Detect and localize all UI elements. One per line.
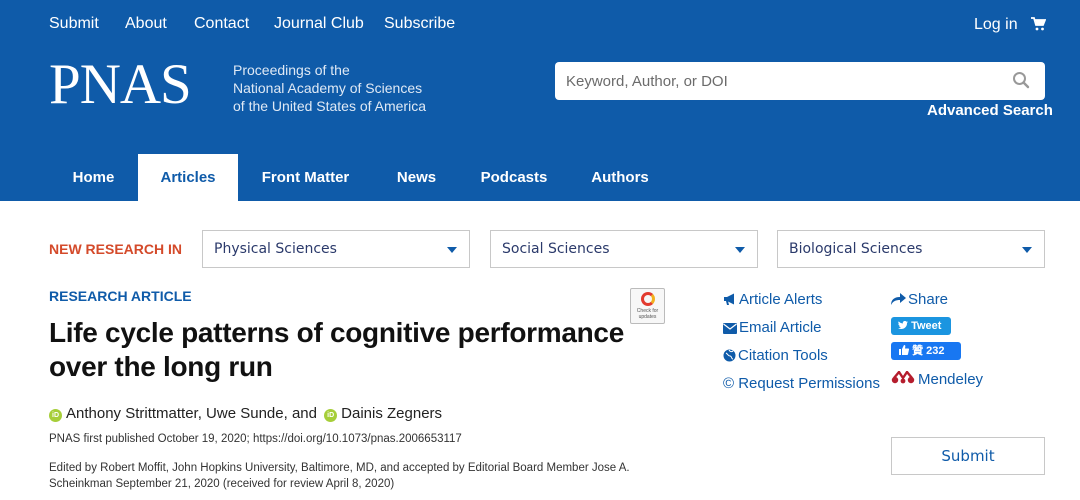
top-nav-journal-club[interactable]: Journal Club	[274, 15, 364, 33]
article-type: RESEARCH ARTICLE	[49, 288, 192, 304]
share-link[interactable]: Share	[891, 291, 948, 308]
tab-home[interactable]: Home	[49, 154, 138, 201]
bullhorn-icon	[724, 293, 734, 305]
tool-label: © Request Permissions	[723, 375, 880, 392]
share-label: Share	[908, 291, 949, 308]
tab-articles[interactable]: Articles	[138, 154, 238, 201]
tab-front-matter[interactable]: Front Matter	[238, 154, 373, 201]
tool-label: Citation Tools	[738, 347, 828, 364]
tagline-line: Proceedings of the	[233, 62, 350, 78]
physical-sciences-dropdown[interactable]: Physical Sciences	[202, 230, 470, 268]
caret-down-icon	[735, 247, 745, 253]
search-input[interactable]	[555, 62, 1005, 100]
article-title: Life cycle patterns of cognitive perform…	[49, 317, 624, 382]
article-alerts-link[interactable]: Article Alerts	[723, 291, 822, 308]
tab-authors[interactable]: Authors	[568, 154, 672, 201]
search-box	[555, 62, 1045, 100]
top-nav-subscribe[interactable]: Subscribe	[384, 15, 455, 33]
search-icon[interactable]	[1012, 71, 1030, 94]
caret-down-icon	[447, 247, 457, 253]
email-article-link[interactable]: Email Article	[723, 319, 822, 336]
pnas-logo[interactable]: PNAS	[49, 56, 192, 113]
tab-news[interactable]: News	[373, 154, 460, 201]
advanced-search-link[interactable]: Advanced Search	[927, 102, 1053, 119]
tweet-label: Tweet	[911, 320, 942, 332]
author-list: iD Anthony Strittmatter, Uwe Sunde, and i…	[49, 405, 442, 422]
doi-link[interactable]: https://doi.org/10.1073/pnas.2006653117	[253, 433, 462, 445]
biological-sciences-dropdown[interactable]: Biological Sciences	[777, 230, 1045, 268]
tagline-line: National Academy of Sciences	[233, 80, 423, 96]
envelope-icon	[723, 323, 737, 334]
login-link[interactable]: Log in	[974, 16, 1018, 34]
cart-icon[interactable]	[1031, 17, 1047, 36]
published-date: PNAS first published October 19, 2020;	[49, 433, 250, 445]
social-sciences-dropdown[interactable]: Social Sciences	[490, 230, 758, 268]
badge-text: Check for updates	[636, 308, 659, 320]
journal-tagline: Proceedings of the National Academy of S…	[233, 61, 426, 115]
crossmark-icon	[641, 292, 655, 306]
top-nav-contact[interactable]: Contact	[194, 15, 249, 33]
tweet-button[interactable]: Tweet	[891, 317, 951, 335]
dropdown-label: Physical Sciences	[214, 241, 337, 257]
dropdown-label: Biological Sciences	[789, 241, 923, 257]
fb-like-count: 232	[926, 345, 945, 357]
edited-by-line: Scheinkman September 21, 2020 (received …	[49, 478, 395, 490]
citation-tools-link[interactable]: Citation Tools	[723, 347, 828, 364]
orcid-icon[interactable]: iD	[49, 409, 62, 422]
facebook-like-button[interactable]: 贊 232	[891, 342, 961, 360]
tool-label: Email Article	[739, 319, 822, 336]
caret-down-icon	[1022, 247, 1032, 253]
author-name[interactable]: Dainis Zegners	[341, 405, 442, 422]
tool-label: Article Alerts	[739, 291, 823, 308]
globe-icon	[723, 349, 736, 362]
edited-by-line: Edited by Robert Moffit, John Hopkins Un…	[49, 462, 630, 474]
mendeley-link[interactable]: Mendeley	[891, 369, 984, 388]
tab-podcasts[interactable]: Podcasts	[460, 154, 568, 201]
editorial-info: Edited by Robert Moffit, John Hopkins Un…	[49, 460, 669, 492]
share-arrow-icon	[891, 293, 906, 305]
publication-info: PNAS first published October 19, 2020; h…	[49, 433, 462, 445]
tagline-line: of the United States of America	[233, 98, 426, 114]
dropdown-label: Social Sciences	[502, 241, 610, 257]
mendeley-label: Mendeley	[918, 371, 984, 388]
submit-button[interactable]: Submit	[891, 437, 1045, 475]
twitter-bird-icon	[898, 320, 908, 330]
new-research-label: NEW RESEARCH IN	[49, 241, 183, 257]
fb-like-label: 贊	[912, 345, 924, 357]
orcid-icon[interactable]: iD	[324, 409, 338, 422]
thumbs-up-icon	[899, 345, 910, 355]
top-nav-about[interactable]: About	[125, 15, 167, 33]
top-nav-submit[interactable]: Submit	[49, 15, 99, 33]
mendeley-icon	[891, 369, 915, 384]
author-names[interactable]: Anthony Strittmatter, Uwe Sunde, and	[66, 405, 317, 422]
check-for-updates-badge[interactable]: Check for updates	[630, 288, 665, 324]
request-permissions-link[interactable]: © Request Permissions	[723, 375, 880, 392]
